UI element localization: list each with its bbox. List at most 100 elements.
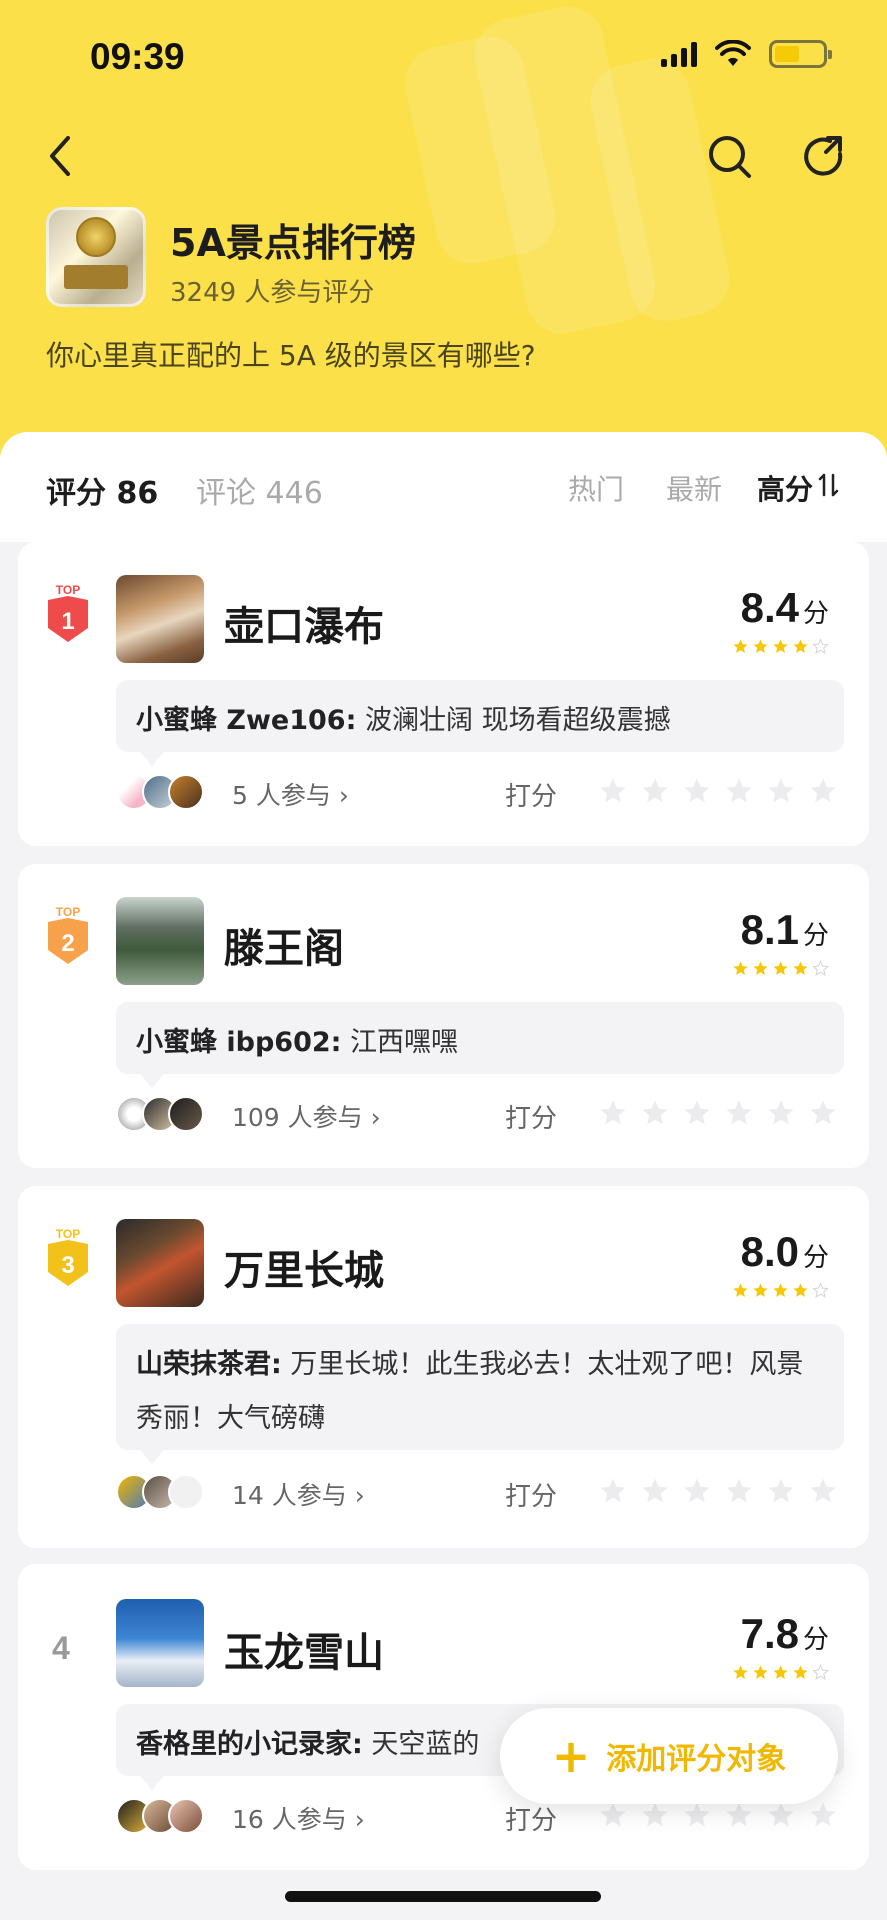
participant-avatars — [116, 1798, 204, 1834]
rate-label: 打分 — [505, 782, 558, 812]
participants-link[interactable]: 5 人参与 › — [232, 776, 349, 812]
ranking-card[interactable]: TOP 3 万里长城 8.0 分 山荣抹茶君: 万里长城！此生我必去！太壮观了吧！… — [18, 1186, 869, 1548]
board-cover-image — [46, 207, 146, 307]
item-star-rating — [732, 960, 829, 977]
star-icon[interactable] — [682, 1476, 712, 1506]
top-1-badge-icon: TOP 1 — [48, 583, 88, 642]
star-icon — [773, 1283, 788, 1297]
star-icon[interactable] — [766, 1098, 796, 1128]
star-icon — [773, 1665, 788, 1679]
star-icon[interactable] — [724, 1800, 754, 1830]
item-score: 8.0 分 — [740, 1228, 829, 1275]
rate-stars-input[interactable] — [598, 1476, 838, 1506]
item-thumbnail — [116, 897, 204, 985]
star-icon[interactable] — [808, 776, 838, 806]
star-icon — [812, 960, 829, 976]
star-icon — [753, 1283, 768, 1297]
search-icon[interactable] — [705, 132, 755, 182]
star-icon — [753, 639, 768, 653]
back-icon[interactable] — [40, 130, 80, 182]
item-star-rating — [732, 1664, 829, 1681]
star-icon — [773, 961, 788, 975]
item-star-rating — [732, 638, 829, 655]
star-icon[interactable] — [640, 1098, 670, 1128]
board-title: 5A景点排行榜 — [170, 221, 416, 265]
board-participant-count: 3249 人参与评分 — [170, 278, 375, 308]
item-top-comment: 山荣抹茶君: 万里长城！此生我必去！太壮观了吧！风景秀丽！大气磅礴 — [116, 1324, 844, 1450]
star-icon[interactable] — [766, 776, 796, 806]
participants-link[interactable]: 16 人参与 › — [232, 1800, 365, 1836]
plus-icon: + — [551, 1729, 591, 1783]
star-icon — [793, 961, 808, 975]
rate-label: 打分 — [505, 1806, 558, 1836]
ranking-card[interactable]: TOP 1 壶口瀑布 8.4 分 小蜜蜂 Zwe106: 波澜壮阔 现场看超级震撼… — [18, 542, 869, 846]
star-icon[interactable] — [682, 1800, 712, 1830]
star-icon[interactable] — [598, 1476, 628, 1506]
star-icon — [733, 1665, 748, 1679]
item-thumbnail — [116, 575, 204, 663]
chevron-right-icon: › — [354, 1805, 365, 1834]
item-star-rating — [732, 1282, 829, 1299]
star-icon[interactable] — [682, 1098, 712, 1128]
home-indicator — [285, 1891, 601, 1902]
star-icon[interactable] — [766, 1800, 796, 1830]
item-thumbnail — [116, 1219, 204, 1307]
star-icon — [812, 1664, 829, 1680]
svg-text:3: 3 — [61, 1252, 74, 1279]
chevron-right-icon: › — [370, 1103, 381, 1132]
status-time: 09:39 — [90, 36, 185, 77]
participants-link[interactable]: 109 人参与 › — [232, 1098, 381, 1134]
ranking-card[interactable]: TOP 2 滕王阁 8.1 分 小蜜蜂 ibp602: 江西嘿嘿 109 人参与 … — [18, 864, 869, 1168]
star-icon — [812, 638, 829, 654]
board-description: 你心里真正配的上 5A 级的景区有哪些? — [46, 339, 536, 372]
chevron-right-icon: › — [338, 781, 349, 810]
star-icon — [812, 1282, 829, 1298]
item-top-comment: 小蜜蜂 Zwe106: 波澜壮阔 现场看超级震撼 — [116, 680, 844, 752]
svg-text:TOP: TOP — [56, 583, 80, 597]
star-icon[interactable] — [682, 776, 712, 806]
participant-avatars — [116, 1474, 204, 1510]
star-icon — [733, 1283, 748, 1297]
svg-text:TOP: TOP — [56, 1227, 80, 1241]
rate-label: 打分 — [505, 1104, 558, 1134]
share-icon[interactable] — [800, 132, 850, 182]
participants-link[interactable]: 14 人参与 › — [232, 1476, 365, 1512]
star-icon — [773, 639, 788, 653]
top-2-badge-icon: TOP 2 — [48, 905, 88, 964]
star-icon[interactable] — [640, 1800, 670, 1830]
status-bar: 09:39 — [0, 0, 887, 110]
battery-icon — [769, 40, 832, 68]
star-icon[interactable] — [808, 1800, 838, 1830]
item-score: 8.4 分 — [740, 584, 829, 631]
item-name: 滕王阁 — [224, 926, 344, 972]
star-icon — [793, 1283, 808, 1297]
rate-stars-input[interactable] — [598, 1098, 838, 1128]
participant-avatars — [116, 774, 204, 810]
star-icon[interactable] — [808, 1476, 838, 1506]
tabs-row: 评分 86 评论 446 热门 最新 高分 — [0, 432, 887, 542]
add-rating-object-button[interactable]: + 添加评分对象 — [500, 1708, 838, 1804]
star-icon[interactable] — [598, 1800, 628, 1830]
star-icon[interactable] — [808, 1098, 838, 1128]
star-icon[interactable] — [724, 776, 754, 806]
star-icon[interactable] — [724, 1098, 754, 1128]
rate-stars-input[interactable] — [598, 1800, 838, 1830]
star-icon[interactable] — [766, 1476, 796, 1506]
rate-stars-input[interactable] — [598, 776, 838, 806]
rank-number: 4 — [52, 1630, 70, 1666]
tab-score[interactable]: 评分 86 — [46, 468, 158, 512]
sort-newest[interactable]: 最新 — [666, 468, 722, 508]
svg-text:TOP: TOP — [56, 905, 80, 919]
sort-hot[interactable]: 热门 — [568, 468, 624, 508]
sort-high-score[interactable]: 高分 — [757, 468, 813, 508]
star-icon — [793, 1665, 808, 1679]
tab-comments[interactable]: 评论 446 — [196, 468, 323, 512]
star-icon[interactable] — [724, 1476, 754, 1506]
status-icons — [661, 40, 832, 68]
star-icon[interactable] — [598, 1098, 628, 1128]
star-icon[interactable] — [640, 776, 670, 806]
star-icon[interactable] — [640, 1476, 670, 1506]
star-icon[interactable] — [598, 776, 628, 806]
sort-toggle-icon[interactable] — [818, 471, 840, 499]
item-name: 壶口瀑布 — [224, 604, 384, 650]
